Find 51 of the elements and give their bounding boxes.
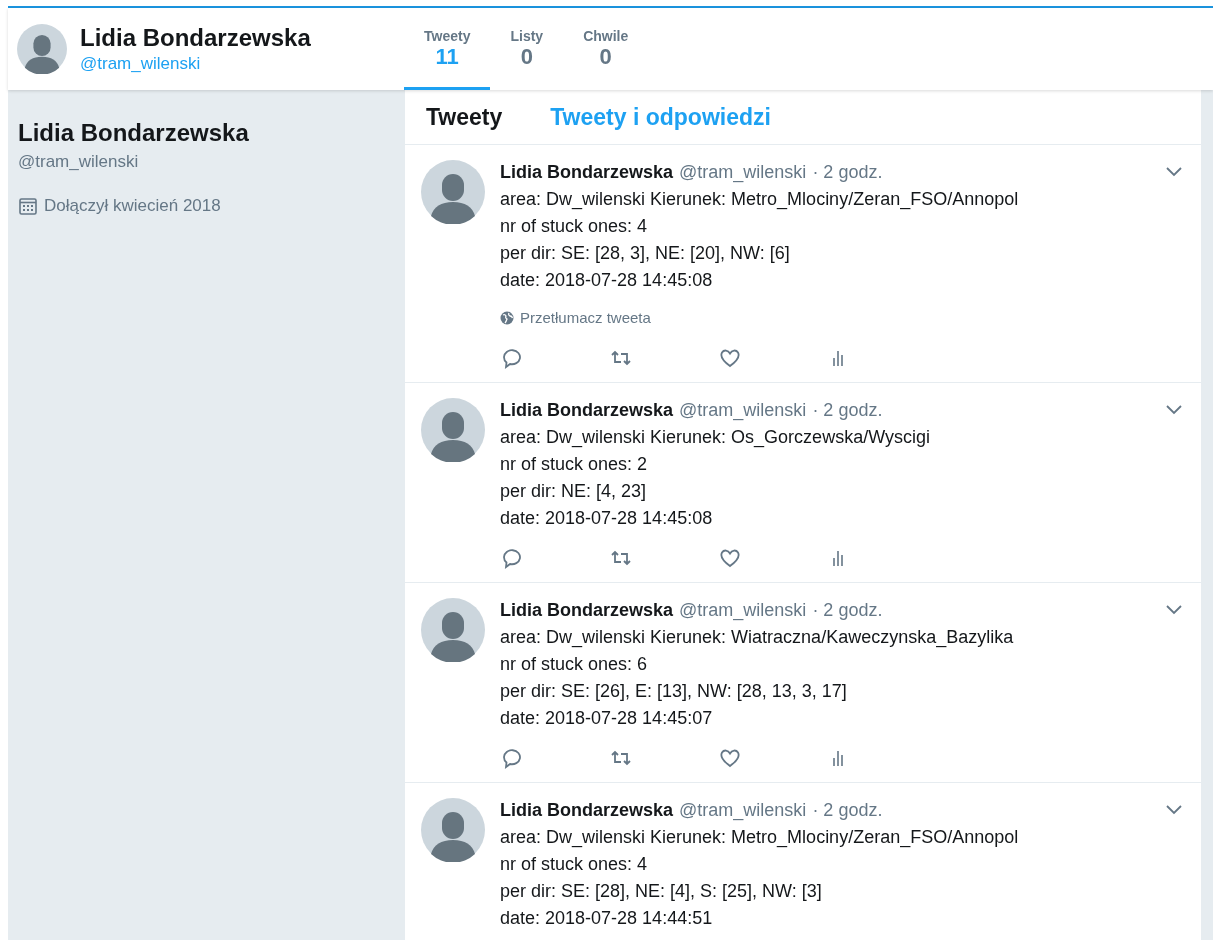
tweet-text-line: date: 2018-07-28 14:44:51 [500,907,714,930]
author-name[interactable]: Lidia Bondarzewska [500,797,674,824]
tweet-card[interactable]: Lidia Bondarzewska @tram_wilenski · 2 godz. area: Dw_wilenski Kierunek: Wiatraczna/Kaweczynska_Bazylika nr of stuck ones: 6 per dir: SE: [26], E: [13], NW: [28, 13, 3, 17] date: 2018-07-28 14:45:07 [405,583,1201,783]
tweet-text-line: area: Dw_wilenski Kierunek: Metro_Mlociny/Zeran_FSO/Annopol [500,826,1020,850]
stat-tab[interactable]: Chwile 0 [563,8,649,90]
translate-link[interactable]: Przetłumacz tweeta [520,308,651,328]
avatar-icon[interactable] [421,598,485,662]
tweet-text-line: nr of stuck ones: 2 [500,453,649,476]
tweet-text-line: date: 2018-07-28 14:45:07 [500,707,714,730]
tweet-text-line: per dir: SE: [26], E: [13], NW: [28, 13, 3, 17] [500,680,848,703]
author-handle[interactable]: @tram_wilenski [679,159,807,186]
tweet-time[interactable]: · 2 godz. [812,397,883,424]
stat-tab[interactable]: Listy 0 [490,8,564,90]
tweet-text-line: date: 2018-07-28 14:45:08 [500,507,714,530]
tweet-text-line: per dir: SE: [28, 3], NE: [20], NW: [6] [500,242,791,265]
author-handle[interactable]: @tram_wilenski [679,597,807,624]
globe-icon [500,311,514,325]
tweet-text-line: nr of stuck ones: 4 [500,853,649,876]
author-name[interactable]: Lidia Bondarzewska [500,597,674,624]
profile-name: Lidia Bondarzewska [18,118,250,148]
calendar-icon [18,195,38,216]
avatar-icon[interactable] [17,24,67,74]
tweet-time[interactable]: · 2 godz. [812,159,883,186]
author-name[interactable]: Lidia Bondarzewska [500,397,674,424]
tweet-text-line: per dir: SE: [28], NE: [4], S: [25], NW: [3] [500,880,823,903]
profile-handle: @tram_wilenski [18,151,140,173]
profile-handle[interactable]: @tram_wilenski [80,53,311,75]
author-handle[interactable]: @tram_wilenski [679,797,807,824]
tweet-text-line: nr of stuck ones: 6 [500,653,649,676]
author-name[interactable]: Lidia Bondarzewska [500,159,674,186]
join-date: Dołączył kwiecień 2018 [44,195,221,217]
tweet-time[interactable]: · 2 godz. [812,797,883,824]
tweet-time[interactable]: · 2 godz. [812,597,883,624]
tweet-text-line: nr of stuck ones: 4 [500,215,649,238]
tweet-card[interactable]: Lidia Bondarzewska @tram_wilenski · 2 godz. area: Dw_wilenski Kierunek: Metro_Mlociny/Zeran_FSO/Annopol nr of stuck ones: 4 per dir: SE: [28], NE: [4], S: [25], NW: [3] date: 2018-07-28 14:44:51 [405,783,1201,940]
profile-name: Lidia Bondarzewska [80,23,311,53]
avatar-icon[interactable] [421,398,485,462]
timeline-tab[interactable]: Tweety i odpowiedzi [550,99,771,135]
timeline-tab[interactable]: Tweety [426,99,503,135]
tweet-text-line: area: Dw_wilenski Kierunek: Metro_Mlociny/Zeran_FSO/Annopol [500,188,1020,212]
reply-icon[interactable] [500,546,524,570]
avatar-icon[interactable] [421,160,485,224]
reply-icon[interactable] [500,346,524,370]
author-handle[interactable]: @tram_wilenski [679,397,807,424]
tweet-text-line: date: 2018-07-28 14:45:08 [500,269,714,292]
avatar-icon[interactable] [421,798,485,862]
tweet-text-line: area: Dw_wilenski Kierunek: Wiatraczna/Kaweczynska_Bazylika [500,626,1015,650]
reply-icon[interactable] [500,746,524,770]
tweet-text-line: per dir: NE: [4, 23] [500,480,648,503]
tweet-card[interactable]: Lidia Bondarzewska @tram_wilenski · 2 godz. area: Dw_wilenski Kierunek: Os_Gorczewska/Wyscigi nr of stuck ones: 2 per dir: NE: [4, 23] date: 2018-07-28 14:45:08 [405,383,1201,583]
tweet-text-line: area: Dw_wilenski Kierunek: Os_Gorczewska/Wyscigi [500,426,931,450]
